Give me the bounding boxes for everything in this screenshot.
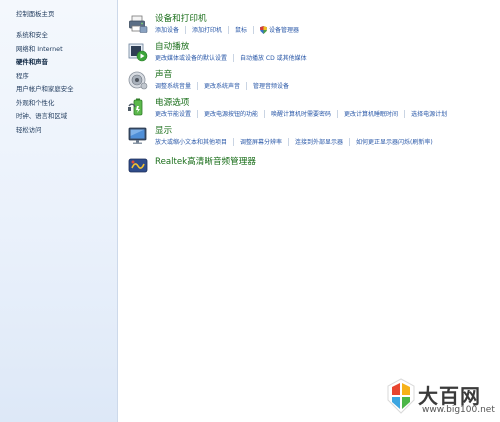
text-size-link[interactable]: 放大或缩小文本和其他项目 bbox=[155, 137, 227, 146]
power-icon bbox=[128, 98, 143, 116]
link-separator bbox=[197, 109, 199, 118]
link-separator bbox=[228, 25, 230, 34]
realtek-icon bbox=[128, 158, 148, 173]
sidebar-item-network-internet[interactable]: 网络和 Internet bbox=[16, 43, 74, 57]
control-panel-home-link[interactable]: 控制面板主页 bbox=[16, 9, 54, 18]
require-password-wake-link[interactable]: 唤醒计算机时需要密码 bbox=[271, 109, 331, 118]
link-separator bbox=[233, 53, 235, 62]
devices-printers-links: 添加设备 添加打印机 鼠标 设备管理器 bbox=[155, 25, 299, 34]
link-separator bbox=[233, 137, 235, 146]
watermark: 大百网 www.big100.net bbox=[386, 376, 495, 418]
manage-audio-devices-link[interactable]: 管理音频设备 bbox=[253, 81, 289, 90]
sidebar-item-clock-region[interactable]: 时钟、语言和区域 bbox=[16, 110, 74, 124]
sound-links: 调整系统音量 更改系统声音 管理音频设备 bbox=[155, 81, 289, 90]
link-separator bbox=[197, 81, 199, 90]
link-separator bbox=[264, 109, 266, 118]
change-media-defaults-link[interactable]: 更改媒体或设备的默认设置 bbox=[155, 53, 227, 62]
sidebar-item-hardware-sound[interactable]: 硬件和声音 bbox=[16, 56, 74, 70]
printer-icon bbox=[129, 15, 148, 33]
sidebar-item-user-accounts[interactable]: 用户帐户和家庭安全 bbox=[16, 83, 74, 97]
change-power-saving-link[interactable]: 更改节能设置 bbox=[155, 109, 191, 118]
sidebar: 控制面板主页 系统和安全 网络和 Internet 硬件和声音 程序 用户帐户和… bbox=[0, 0, 118, 422]
power-title[interactable]: 电源选项 bbox=[155, 96, 189, 108]
mouse-link[interactable]: 鼠标 bbox=[235, 25, 247, 34]
watermark-logo-icon bbox=[387, 378, 415, 414]
autoplay-title[interactable]: 自动播放 bbox=[155, 40, 189, 52]
speaker-icon bbox=[128, 71, 148, 90]
adjust-volume-link[interactable]: 调整系统音量 bbox=[155, 81, 191, 90]
power-links: 更改节能设置 更改电源按钮的功能 唤醒计算机时需要密码 更改计算机睡眠时间 选择… bbox=[155, 109, 447, 118]
display-title[interactable]: 显示 bbox=[155, 124, 172, 136]
display-links: 放大或缩小文本和其他项目 调整屏幕分辨率 连接到外部显示器 如何更正显示器闪烁(… bbox=[155, 137, 433, 146]
link-separator bbox=[349, 137, 351, 146]
fix-flicker-link[interactable]: 如何更正显示器闪烁(刷新率) bbox=[356, 137, 433, 146]
autoplay-links: 更改媒体或设备的默认设置 自动播放 CD 或其他媒体 bbox=[155, 53, 307, 62]
power-button-function-link[interactable]: 更改电源按钮的功能 bbox=[204, 109, 258, 118]
add-printer-link[interactable]: 添加打印机 bbox=[192, 25, 222, 34]
autoplay-icon bbox=[128, 43, 148, 62]
autoplay-cd-link[interactable]: 自动播放 CD 或其他媒体 bbox=[240, 53, 307, 62]
uac-shield-icon bbox=[260, 25, 268, 34]
sidebar-nav: 系统和安全 网络和 Internet 硬件和声音 程序 用户帐户和家庭安全 外观… bbox=[16, 29, 74, 137]
display-icon bbox=[128, 127, 147, 144]
external-display-link[interactable]: 连接到外部显示器 bbox=[295, 137, 343, 146]
choose-power-plan-link[interactable]: 选择电源计划 bbox=[411, 109, 447, 118]
sidebar-item-ease-of-access[interactable]: 轻松访问 bbox=[16, 124, 74, 138]
screen-resolution-link[interactable]: 调整屏幕分辨率 bbox=[240, 137, 282, 146]
link-separator bbox=[337, 109, 339, 118]
link-separator bbox=[288, 137, 290, 146]
link-separator bbox=[253, 25, 255, 34]
devices-printers-title[interactable]: 设备和打印机 bbox=[155, 12, 207, 24]
link-separator bbox=[185, 25, 187, 34]
link-separator bbox=[404, 109, 406, 118]
sidebar-item-system-security[interactable]: 系统和安全 bbox=[16, 29, 74, 43]
watermark-url: www.big100.net bbox=[422, 405, 495, 415]
sidebar-item-programs[interactable]: 程序 bbox=[16, 70, 74, 84]
sidebar-item-appearance[interactable]: 外观和个性化 bbox=[16, 97, 74, 111]
link-separator bbox=[246, 81, 248, 90]
device-manager-link-wrap[interactable]: 设备管理器 bbox=[260, 25, 299, 34]
change-sounds-link[interactable]: 更改系统声音 bbox=[204, 81, 240, 90]
add-device-link[interactable]: 添加设备 bbox=[155, 25, 179, 34]
change-sleep-time-link[interactable]: 更改计算机睡眠时间 bbox=[344, 109, 398, 118]
realtek-title[interactable]: Realtek高清晰音频管理器 bbox=[155, 155, 256, 167]
sound-title[interactable]: 声音 bbox=[155, 68, 172, 80]
device-manager-link[interactable]: 设备管理器 bbox=[269, 25, 299, 34]
